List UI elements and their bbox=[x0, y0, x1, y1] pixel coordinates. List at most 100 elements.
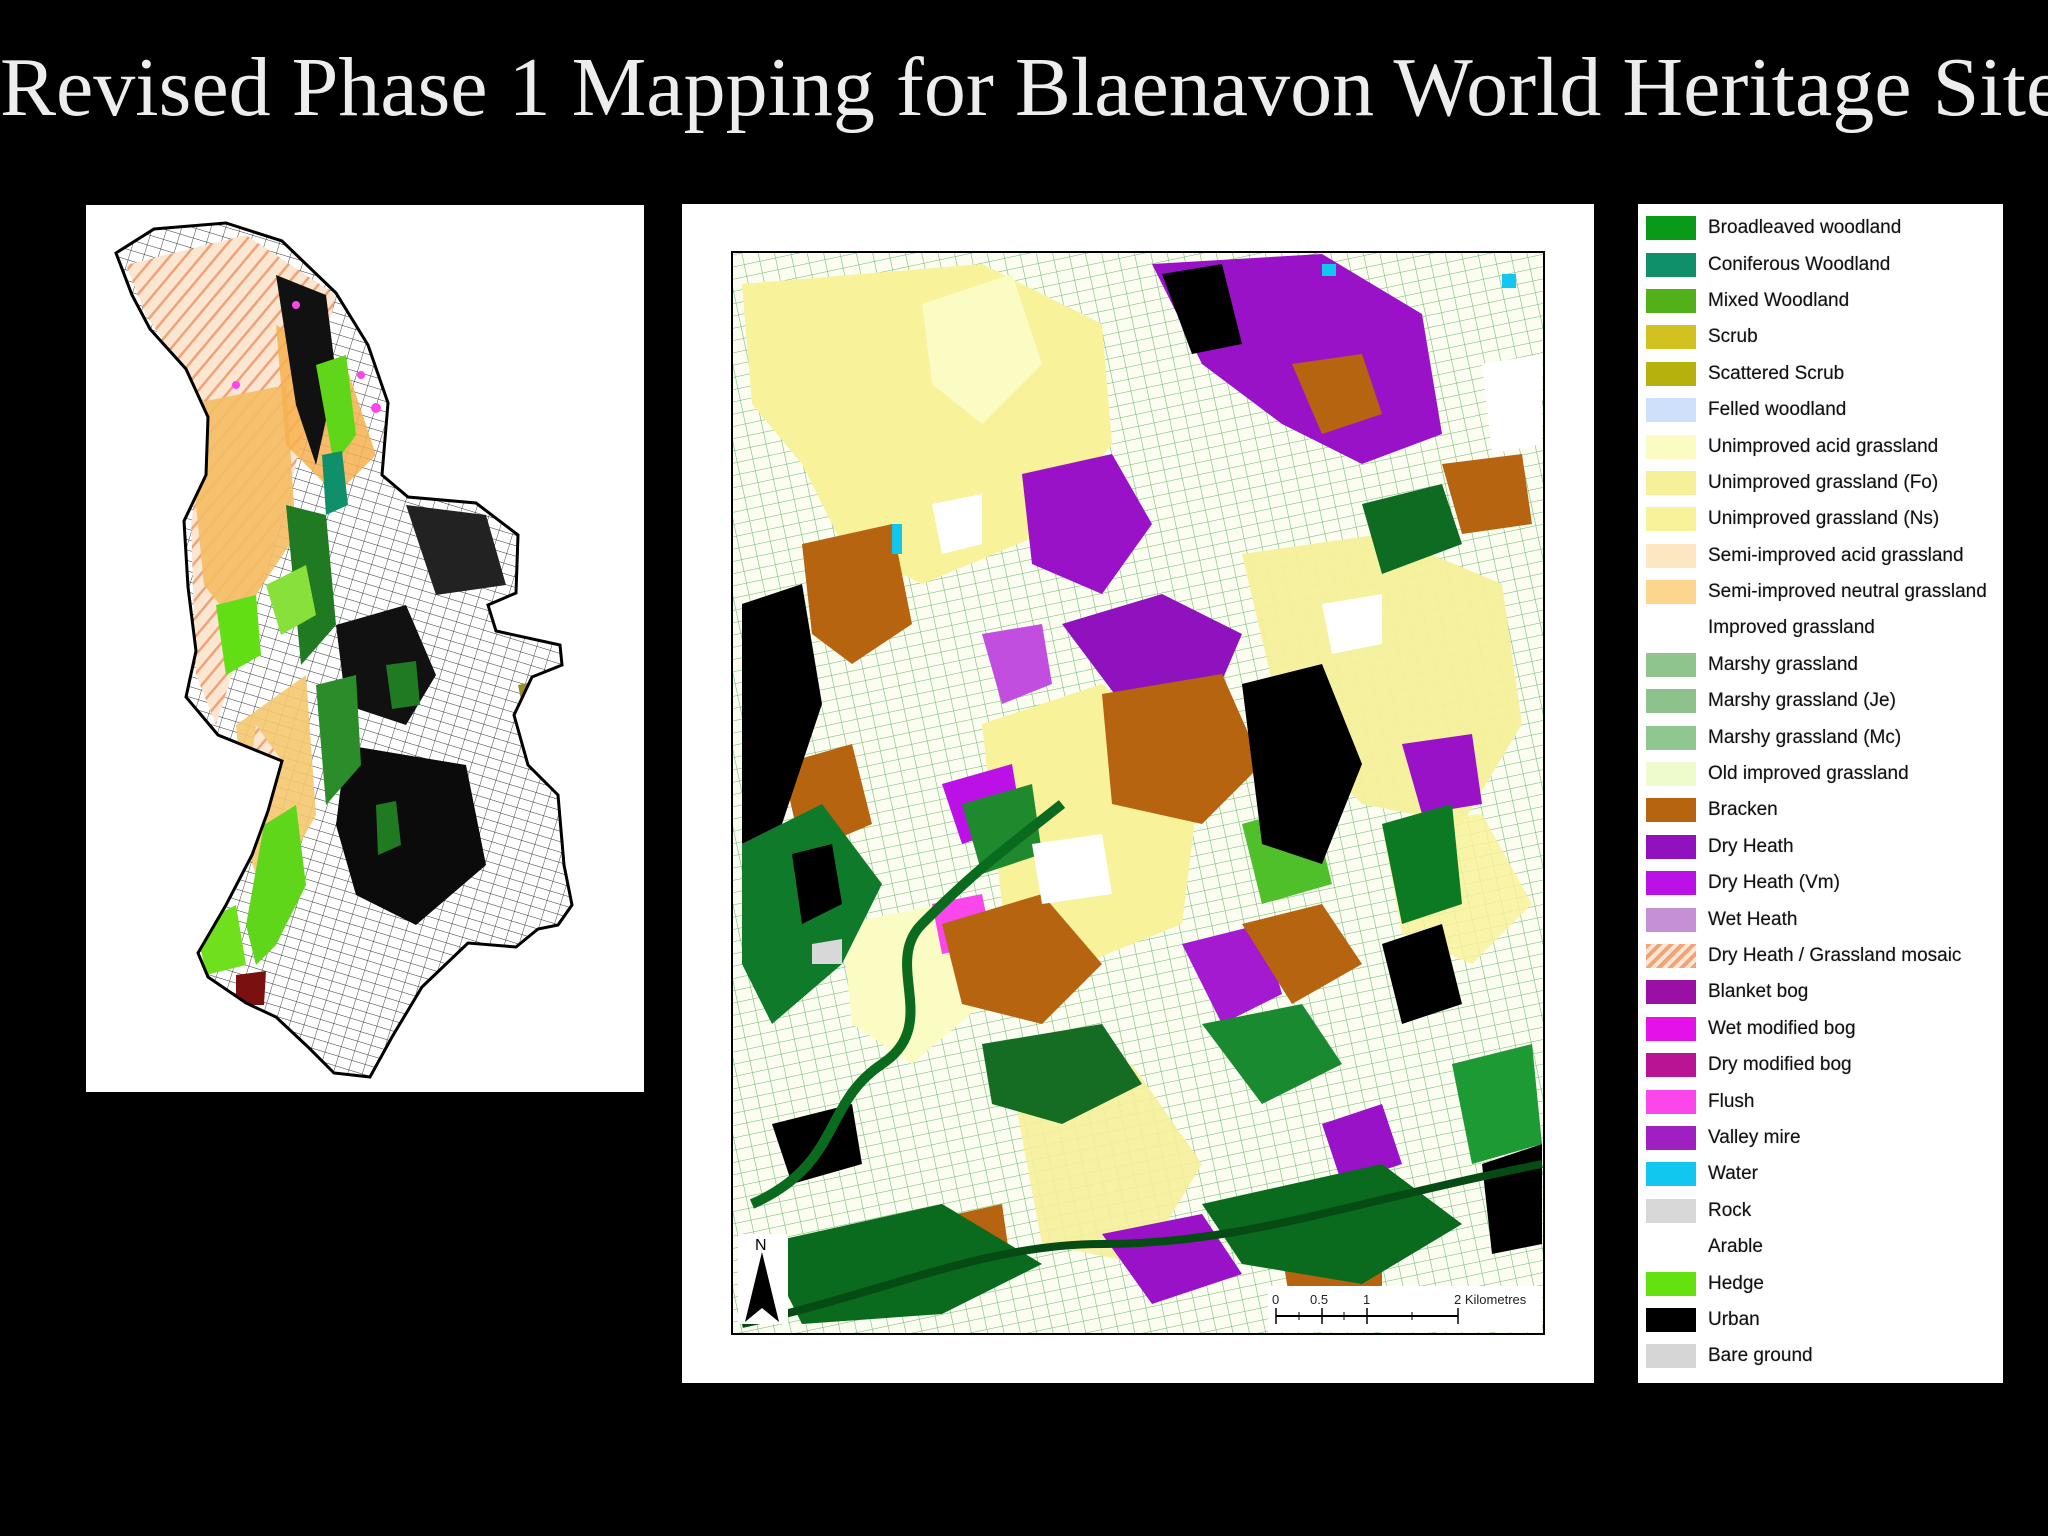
legend-label: Old improved grassland bbox=[1708, 763, 1909, 785]
legend-swatch bbox=[1646, 580, 1696, 605]
legend-item: Dry modified bog bbox=[1646, 1047, 2003, 1083]
legend-label: Scrub bbox=[1708, 326, 1758, 348]
legend-label: Unimproved acid grassland bbox=[1708, 435, 1939, 457]
legend-item: Marshy grassland (Je) bbox=[1646, 683, 2003, 719]
legend-swatch bbox=[1646, 470, 1696, 495]
legend-item: Water bbox=[1646, 1156, 2003, 1192]
legend-label: Dry Heath / Grassland mosaic bbox=[1708, 945, 1962, 966]
legend-swatch bbox=[1646, 1198, 1696, 1223]
legend-label: Semi-improved neutral grassland bbox=[1708, 581, 1987, 603]
legend-label: Blanket bog bbox=[1708, 981, 1809, 1003]
legend-item: Scrub bbox=[1646, 319, 2003, 355]
legend-swatch bbox=[1646, 252, 1696, 277]
legend-item: Improved grassland bbox=[1646, 610, 2003, 646]
legend-item: Semi-improved neutral grassland bbox=[1646, 574, 2003, 610]
legend-swatch bbox=[1646, 652, 1696, 677]
legend-label: Marshy grassland bbox=[1708, 653, 1858, 675]
legend-swatch bbox=[1646, 944, 1696, 968]
legend-item: Bracken bbox=[1646, 792, 2003, 828]
legend-item: Scattered Scrub bbox=[1646, 356, 2003, 392]
north-arrow-icon: N bbox=[738, 1234, 788, 1324]
legend-label: Urban bbox=[1708, 1308, 1760, 1330]
legend-label: Marshy grassland (Mc) bbox=[1708, 726, 1902, 748]
legend-label: Dry Heath bbox=[1708, 835, 1794, 857]
legend-swatch bbox=[1646, 1053, 1696, 1078]
legend-swatch bbox=[1646, 1162, 1696, 1187]
legend-label: Felled woodland bbox=[1708, 399, 1847, 421]
legend-label: Improved grassland bbox=[1708, 617, 1875, 639]
legend-swatch bbox=[1646, 1307, 1696, 1332]
legend-label: Marshy grassland (Je) bbox=[1708, 690, 1896, 712]
legend-item: Marshy grassland (Mc) bbox=[1646, 719, 2003, 755]
legend-item: Semi-improved acid grassland bbox=[1646, 538, 2003, 574]
legend-swatch bbox=[1646, 216, 1696, 241]
scale-label-2km: 2 Kilometres bbox=[1454, 1292, 1527, 1307]
legend-swatch bbox=[1646, 288, 1696, 313]
legend-item: Blanket bog bbox=[1646, 974, 2003, 1010]
legend-item: Urban bbox=[1646, 1302, 2003, 1338]
legend-item: Broadleaved woodland bbox=[1646, 210, 2003, 246]
legend-item: Rock bbox=[1646, 1193, 2003, 1229]
legend-item: Hedge bbox=[1646, 1265, 2003, 1301]
legend-label: Bare ground bbox=[1708, 1345, 1813, 1367]
scale-label-0: 0 bbox=[1272, 1292, 1279, 1307]
scale-label-1: 1 bbox=[1363, 1292, 1370, 1307]
legend-item: Dry Heath (Vm) bbox=[1646, 865, 2003, 901]
legend-swatch bbox=[1646, 871, 1696, 896]
legend-swatch bbox=[1646, 1016, 1696, 1041]
legend-item: Valley mire bbox=[1646, 1120, 2003, 1156]
legend-label: Arable bbox=[1708, 1236, 1763, 1258]
legend-swatch bbox=[1646, 1271, 1696, 1296]
legend-item: Flush bbox=[1646, 1083, 2003, 1119]
legend-label: Dry Heath (Vm) bbox=[1708, 872, 1840, 894]
legend-swatch bbox=[1646, 725, 1696, 750]
legend-item: Mixed Woodland bbox=[1646, 283, 2003, 319]
legend-swatch bbox=[1646, 798, 1696, 823]
slide-title: Revised Phase 1 Mapping for Blaenavon Wo… bbox=[0, 41, 2048, 134]
legend-label: Bracken bbox=[1708, 799, 1778, 821]
overview-map-canvas bbox=[114, 221, 574, 1079]
overview-map bbox=[86, 205, 644, 1092]
legend-label: Mixed Woodland bbox=[1708, 289, 1850, 311]
legend-item: Unimproved grassland (Ns) bbox=[1646, 501, 2003, 537]
legend-swatch bbox=[1646, 1235, 1696, 1260]
legend-swatch bbox=[1646, 325, 1696, 350]
legend-label: Coniferous Woodland bbox=[1708, 253, 1891, 275]
legend-label: Wet Heath bbox=[1708, 908, 1798, 930]
legend-swatch bbox=[1646, 361, 1696, 386]
scale-bar: 0 0.5 1 2 Kilometres bbox=[1268, 1286, 1542, 1332]
legend-label: Unimproved grassland (Fo) bbox=[1708, 471, 1939, 493]
legend-item: Dry Heath bbox=[1646, 829, 2003, 865]
legend-item: Coniferous Woodland bbox=[1646, 246, 2003, 282]
main-map-panel: N 0 0.5 1 2 Kilometres bbox=[682, 204, 1594, 1383]
legend-label: Unimproved grassland (Ns) bbox=[1708, 508, 1940, 530]
legend-label: Flush bbox=[1708, 1090, 1755, 1112]
legend-item: Felled woodland bbox=[1646, 392, 2003, 428]
legend-swatch bbox=[1646, 1344, 1696, 1369]
scale-label-0-5: 0.5 bbox=[1310, 1292, 1328, 1307]
legend-list: Broadleaved woodland Coniferous Woodland M… bbox=[1638, 204, 2003, 1375]
legend-label: Semi-improved acid grassland bbox=[1708, 544, 1964, 566]
legend-item: Unimproved grassland (Fo) bbox=[1646, 465, 2003, 501]
north-label: N bbox=[755, 1237, 767, 1254]
legend-item: Unimproved acid grassland bbox=[1646, 428, 2003, 464]
legend-swatch bbox=[1646, 907, 1696, 932]
legend-swatch bbox=[1646, 398, 1696, 423]
legend-swatch bbox=[1646, 762, 1696, 787]
legend-swatch bbox=[1646, 689, 1696, 714]
legend-label: Dry modified bog bbox=[1708, 1054, 1852, 1076]
legend-label: Water bbox=[1708, 1163, 1758, 1185]
legend-swatch bbox=[1646, 834, 1696, 859]
legend-swatch bbox=[1646, 434, 1696, 459]
legend-label: Scattered Scrub bbox=[1708, 362, 1845, 384]
legend-swatch bbox=[1646, 1125, 1696, 1150]
legend-item: Old improved grassland bbox=[1646, 756, 2003, 792]
legend-item: Dry Heath / Grassland mosaic bbox=[1646, 938, 2003, 974]
legend-swatch bbox=[1646, 980, 1696, 1005]
legend-label: Hedge bbox=[1708, 1272, 1764, 1294]
main-map: N 0 0.5 1 2 Kilometres bbox=[731, 251, 1545, 1335]
legend-label: Valley mire bbox=[1708, 1126, 1801, 1148]
legend-swatch bbox=[1646, 507, 1696, 532]
legend-label: Rock bbox=[1708, 1199, 1752, 1221]
legend-item: Wet modified bog bbox=[1646, 1011, 2003, 1047]
